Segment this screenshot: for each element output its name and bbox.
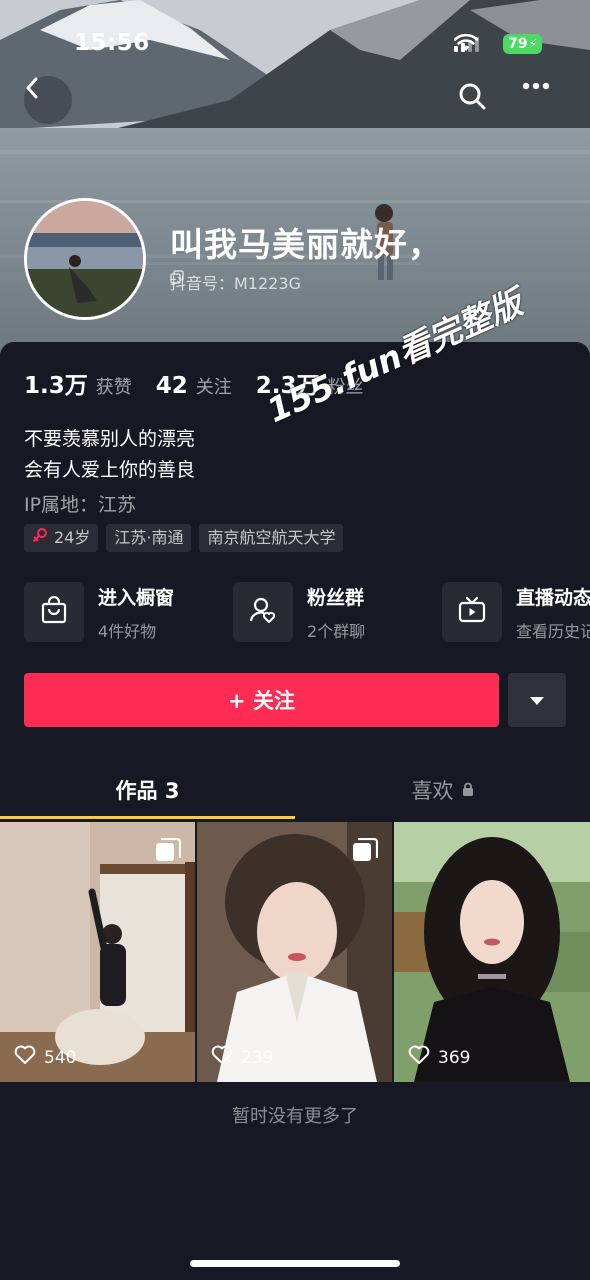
follow-dropdown-button[interactable]: [508, 673, 566, 727]
stat-likes[interactable]: 1.3万 获赞: [24, 366, 132, 400]
back-button[interactable]: [24, 76, 72, 124]
nickname: 叫我马美丽就好，: [170, 225, 442, 264]
avatar[interactable]: [24, 198, 146, 320]
ip-location: IP属地：江苏: [24, 494, 137, 516]
battery-indicator: 79 ⚡: [503, 34, 542, 54]
content-tabs: 作品 3 喜欢: [0, 760, 590, 822]
heart-outline-icon: [14, 1045, 36, 1070]
feature-icon-box: [24, 582, 84, 642]
search-button[interactable]: [458, 82, 498, 122]
feature-subtitle: 4件好物: [98, 621, 157, 641]
tag-age: 24岁: [24, 524, 99, 552]
feature-subtitle: 2个群聊: [307, 621, 366, 641]
video-thumbnail[interactable]: 239: [197, 822, 392, 1082]
heart-outline-icon: [408, 1045, 430, 1070]
home-indicator[interactable]: [190, 1260, 400, 1267]
status-time: 15:56: [74, 30, 150, 56]
stat-following[interactable]: 42 关注: [156, 373, 232, 399]
douyin-id: 抖音号：M1223G: [170, 270, 307, 294]
feature-subtitle: 查看历史记: [516, 621, 590, 641]
feature-title: 直播动态: [516, 586, 590, 609]
tag-location: 江苏·南通: [106, 524, 192, 552]
tag-age-text: 24岁: [54, 528, 91, 547]
feature-showcase[interactable]: 进入橱窗 4件好物: [24, 582, 233, 642]
multi-image-icon: [155, 837, 182, 868]
profile-panel: 1.3万 获赞 42 关注 2.3万 粉丝 不要羡慕别人的漂亮 会有人爱上你的善…: [0, 283, 590, 1280]
multi-image-icon: [352, 837, 379, 868]
douyin-id-text: 抖音号：M1223G: [170, 274, 301, 293]
feature-title: 进入橱窗: [98, 586, 175, 609]
video-likes: 369: [408, 1045, 470, 1070]
fan-group-icon: [249, 596, 277, 628]
video-thumbnail[interactable]: 540: [0, 822, 195, 1082]
tab-works[interactable]: 作品 3: [0, 760, 295, 820]
lock-icon: [462, 778, 474, 802]
feature-icon-box: [442, 582, 502, 642]
tab-likes[interactable]: 喜欢: [295, 760, 590, 820]
video-likes-count: 540: [44, 1047, 77, 1068]
tab-works-label: 作品 3: [115, 779, 180, 803]
stat-number: 42: [155, 373, 188, 399]
stat-number: 1.3万: [24, 373, 88, 399]
feature-icon-box: [233, 582, 293, 642]
no-more-content-text: 暂时没有更多了: [232, 1106, 358, 1127]
bio: 不要羡慕别人的漂亮 会有人爱上你的善良: [24, 424, 195, 486]
stat-label: 获赞: [95, 377, 132, 398]
tab-likes-label: 喜欢: [411, 779, 454, 803]
charging-bolt-icon: ⚡: [528, 37, 537, 51]
tag-school[interactable]: 南京航空航天大学: [199, 524, 344, 552]
video-grid: 540 239 369: [0, 822, 590, 1082]
feature-fan-group[interactable]: 粉丝群 2个群聊: [233, 582, 442, 642]
video-likes-count: 369: [438, 1047, 471, 1068]
video-likes: 239: [211, 1045, 273, 1070]
bio-line: 会有人爱上你的善良: [24, 459, 196, 481]
female-icon: [32, 524, 48, 552]
shopping-bag-icon: [41, 595, 67, 628]
video-likes-count: 239: [241, 1047, 274, 1068]
video-thumbnail[interactable]: 369: [394, 822, 590, 1082]
tv-play-icon: [458, 596, 486, 628]
feature-title: 粉丝群: [307, 586, 365, 609]
bio-line: 不要羡慕别人的漂亮: [24, 428, 196, 450]
feature-live-history[interactable]: 直播动态 查看历史记: [442, 582, 590, 642]
stat-label: 关注: [195, 377, 232, 398]
heart-outline-icon: [211, 1045, 233, 1070]
video-likes: 540: [14, 1045, 76, 1070]
follow-button[interactable]: + 关注: [24, 673, 499, 727]
feature-row: 进入橱窗 4件好物 粉丝群 2个群聊 直播动态 查看历史记: [24, 582, 590, 642]
active-tab-indicator: [0, 816, 295, 819]
status-indicators: 79 ⚡: [454, 34, 542, 54]
more-options-button[interactable]: [522, 82, 562, 122]
profile-tags: 24岁 江苏·南通 南京航空航天大学: [24, 524, 344, 552]
triangle-down-icon: [529, 691, 545, 710]
